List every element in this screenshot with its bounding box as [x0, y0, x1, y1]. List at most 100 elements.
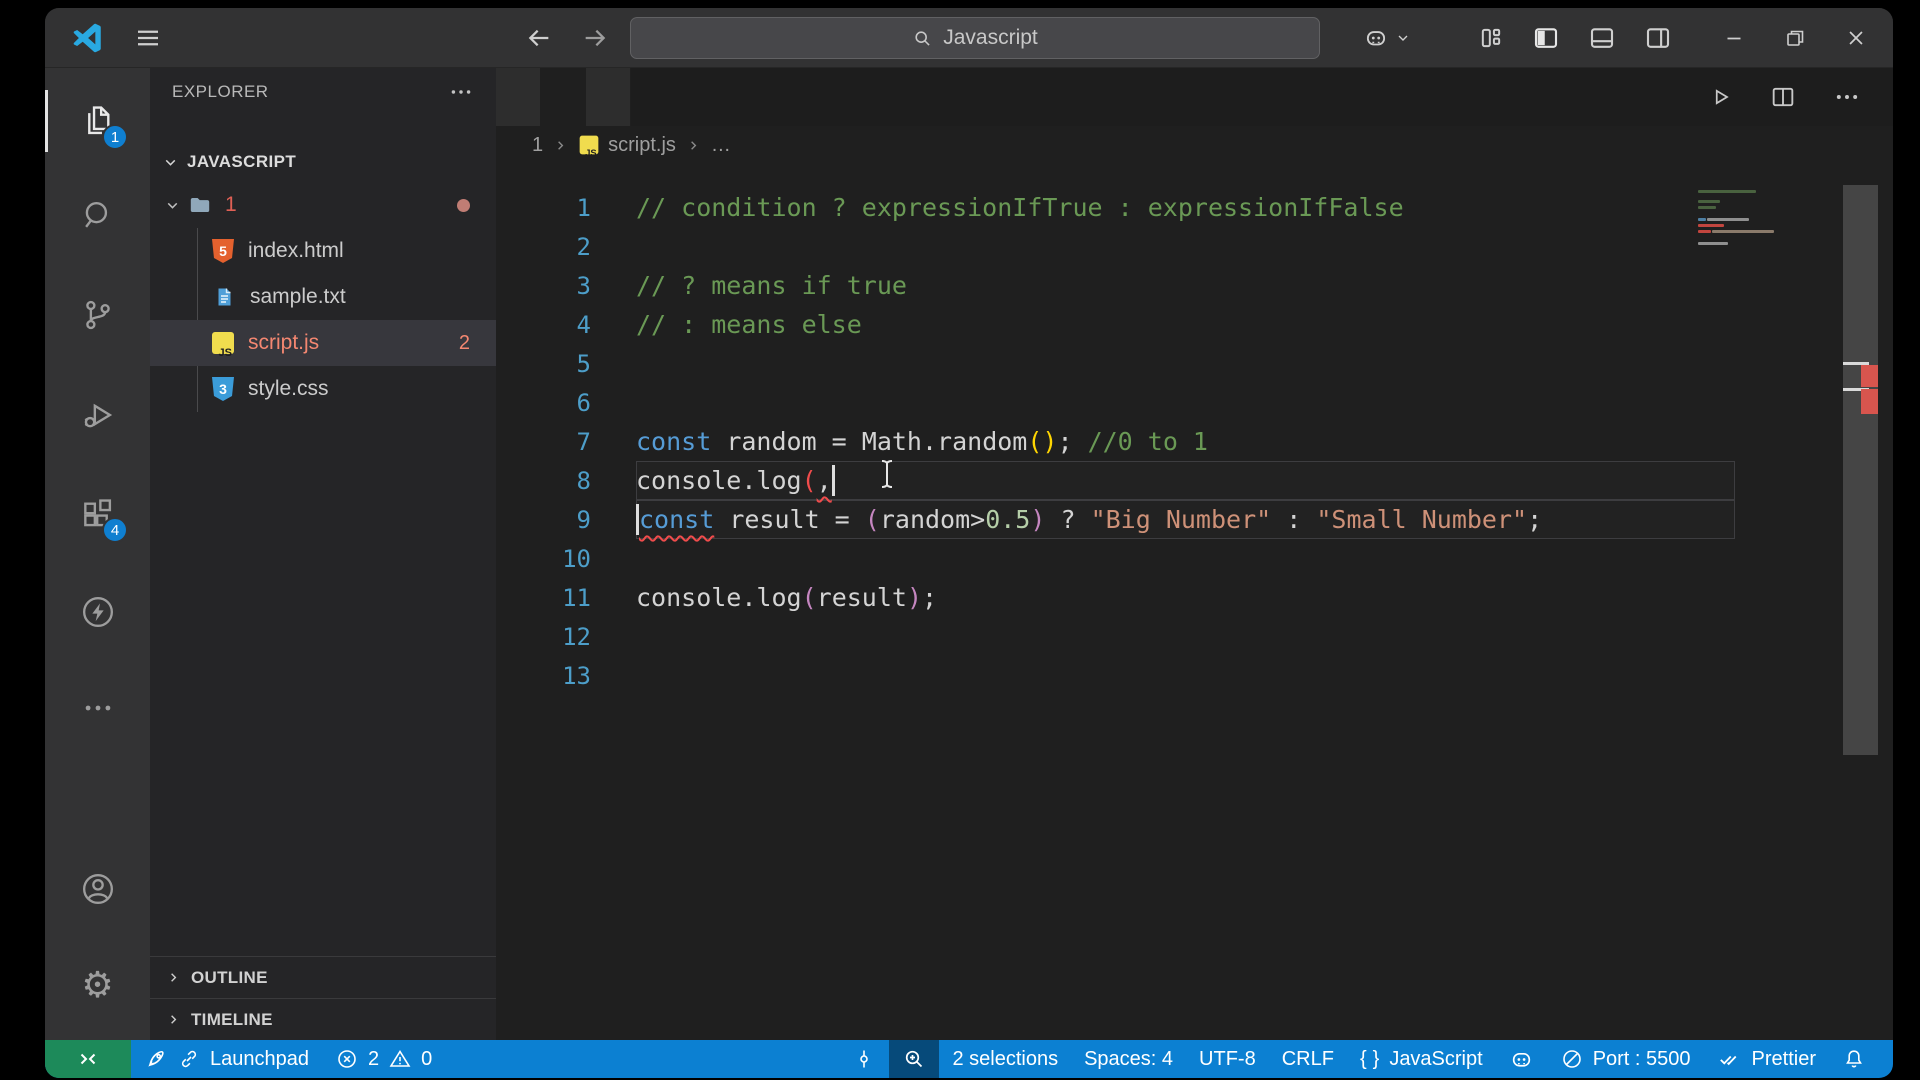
rocket-icon [144, 1047, 168, 1071]
tree-item-index.html[interactable]: 5 index.html [150, 228, 496, 274]
status-text: Prettier [1751, 1047, 1816, 1070]
menu-icon[interactable] [133, 23, 163, 53]
status-zoom-indicator[interactable] [889, 1040, 940, 1078]
code-line-8[interactable]: 8 console.log(, [496, 461, 1893, 500]
toggle-panel-icon[interactable] [1587, 23, 1617, 53]
status-prettier[interactable]: Prettier [1704, 1040, 1829, 1078]
activity-source-control[interactable] [45, 277, 150, 353]
status-indentation[interactable]: Spaces: 4 [1071, 1040, 1186, 1078]
folder-icon [187, 192, 213, 218]
vertical-scrollbar[interactable] [1843, 185, 1878, 755]
code-line-13[interactable]: 13 [496, 656, 1893, 695]
line-number: 4 [576, 310, 591, 339]
tree-item-style.css[interactable]: 3 style.css [150, 366, 496, 412]
workspace-label: JAVASCRIPT [187, 152, 297, 171]
run-button[interactable] [1707, 84, 1733, 110]
tab-bar [496, 68, 1893, 126]
minimap[interactable] [1698, 188, 1790, 266]
chevron-right-icon [553, 138, 568, 153]
code-line-11[interactable]: 11 console.log(result); [496, 578, 1893, 617]
ellipsis-icon [81, 691, 115, 725]
zoom-in-icon [902, 1047, 926, 1071]
activity-settings[interactable]: ⚙ [45, 948, 150, 1024]
activity-extensions[interactable]: 4 [45, 476, 150, 552]
code-line-1[interactable]: 1 // condition ? expressionIfTrue : expre… [496, 188, 1893, 227]
status-notifications[interactable] [1829, 1040, 1879, 1078]
status-problems[interactable]: 20 [322, 1040, 445, 1078]
code-line-3[interactable]: 3 // ? means if true [496, 266, 1893, 305]
code-line-2[interactable]: 2 [496, 227, 1893, 266]
navigate-back-icon[interactable] [523, 22, 555, 54]
tab-style.css[interactable] [586, 68, 631, 126]
explorer-actions-icon[interactable] [448, 79, 474, 105]
panel-timeline[interactable]: TIMELINE [150, 998, 496, 1040]
tree-item-script.js[interactable]: JS script.js 2 [150, 320, 496, 366]
breadcrumb-label: 1 [532, 133, 544, 156]
command-center-search[interactable]: Javascript [630, 17, 1320, 59]
status-copilot-status[interactable] [1496, 1040, 1547, 1078]
restore-icon[interactable] [1783, 26, 1807, 50]
workspace-section[interactable]: JAVASCRIPT [150, 142, 496, 182]
sidebar-title: EXPLORER [172, 82, 269, 101]
toggle-primary-sidebar-icon[interactable] [1531, 23, 1561, 53]
close-icon[interactable] [1843, 25, 1869, 51]
tab-index.html[interactable] [496, 68, 541, 126]
toggle-secondary-sidebar-icon[interactable] [1643, 23, 1673, 53]
file-label: sample.txt [250, 285, 346, 308]
status-text: CRLF [1281, 1047, 1334, 1070]
code-token: , [816, 466, 832, 495]
account-icon [78, 869, 118, 909]
code-line-5[interactable]: 5 [496, 344, 1893, 383]
tab-script.js[interactable] [541, 68, 586, 126]
code-editor[interactable]: 1 // condition ? expressionIfTrue : expre… [496, 164, 1893, 1040]
file-label: index.html [248, 239, 344, 262]
code-token: ; [1057, 427, 1088, 456]
title-bar: Javascript [45, 8, 1893, 68]
activity-search[interactable] [45, 177, 150, 253]
code-line-6[interactable]: 6 [496, 383, 1893, 422]
code-token: random> [879, 505, 986, 534]
line-number: 8 [576, 466, 591, 495]
status-language-mode[interactable]: { } JavaScript [1347, 1040, 1496, 1078]
breadcrumb-item[interactable]: 1 [532, 134, 543, 157]
tree-item-sample.txt[interactable]: sample.txt [150, 274, 496, 320]
panel-outline[interactable]: OUTLINE [150, 956, 496, 998]
status-eol[interactable]: CRLF [1269, 1040, 1347, 1078]
breadcrumb-item[interactable]: JS script.js [578, 134, 676, 158]
code-line-7[interactable]: 7 const random = Math.random(); //0 to 1 [496, 422, 1893, 461]
split-editor-button[interactable] [1769, 83, 1797, 111]
code-line-10[interactable]: 10 [496, 539, 1893, 578]
line-number: 12 [562, 622, 591, 651]
copilot-menu[interactable] [1363, 25, 1411, 51]
status-live-server-port[interactable]: Port : 5500 [1547, 1040, 1704, 1078]
activity-account[interactable] [45, 851, 150, 927]
chevron-down-icon [164, 197, 181, 214]
code-token: () [1027, 427, 1058, 456]
tree-folder-1[interactable]: 1 [150, 182, 496, 228]
activity-more[interactable] [45, 670, 150, 746]
code-line-9[interactable]: 9 const result = (random> 0.5) ? "Big Numb… [496, 500, 1893, 539]
code-line-12[interactable]: 12 [496, 617, 1893, 656]
navigate-forward-icon[interactable] [579, 22, 611, 54]
circle-slash-icon [1560, 1047, 1584, 1071]
customize-layout-icon[interactable] [1477, 24, 1505, 52]
status-remote-indicator[interactable] [45, 1040, 131, 1078]
gear-icon: ⚙ [81, 965, 114, 1006]
status-selections[interactable]: 2 selections [939, 1040, 1071, 1078]
activity-explorer[interactable]: 1 [45, 83, 150, 159]
status-launchpad[interactable]: Launchpad [131, 1040, 322, 1078]
activity-run-debug[interactable] [45, 377, 150, 453]
status-encoding[interactable]: UTF-8 [1186, 1040, 1269, 1078]
file-label: script.js [248, 331, 320, 354]
file-label: style.css [248, 377, 329, 400]
status-text: UTF-8 [1199, 1047, 1256, 1070]
chevron-right-icon [686, 138, 701, 153]
run-debug-icon [79, 396, 117, 434]
minimize-icon[interactable] [1721, 25, 1747, 51]
double-check-icon [1717, 1046, 1743, 1072]
status-commit[interactable] [839, 1040, 889, 1078]
code-line-4[interactable]: 4 // : means else [496, 305, 1893, 344]
more-actions-button[interactable] [1833, 83, 1861, 111]
breadcrumb-item[interactable]: … [711, 134, 731, 157]
activity-live-server[interactable] [45, 574, 150, 650]
